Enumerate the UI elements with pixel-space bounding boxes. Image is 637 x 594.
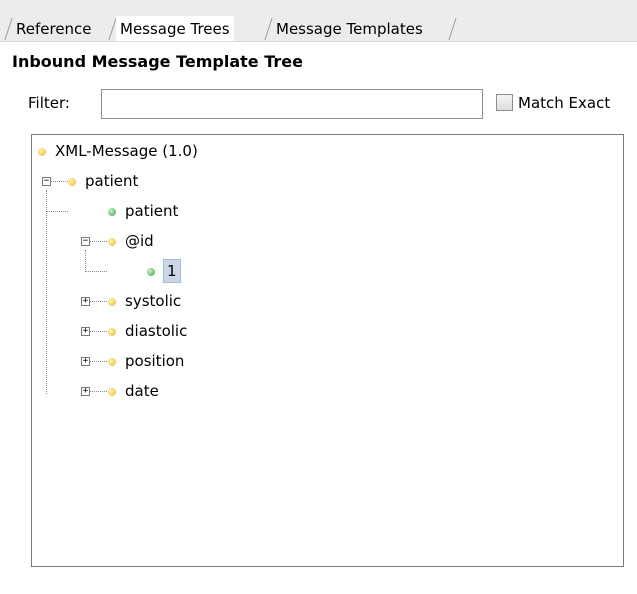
tree-node-label: systolic bbox=[125, 292, 182, 310]
message-tree[interactable]: XML-Message (1.0) − patient patient − @i… bbox=[31, 134, 624, 567]
tree-node-label: position bbox=[125, 352, 185, 370]
tab-message-templates[interactable]: Message Templates bbox=[276, 16, 423, 42]
tree-node-date[interactable]: + date bbox=[32, 380, 332, 402]
element-dot-icon bbox=[38, 148, 46, 156]
element-dot-icon bbox=[108, 388, 116, 396]
tree-node-label: 1 bbox=[163, 259, 181, 283]
tree-node-label: diastolic bbox=[125, 322, 188, 340]
tree-node-label: XML-Message (1.0) bbox=[55, 142, 198, 160]
tree-node-label: date bbox=[125, 382, 159, 400]
filter-input[interactable] bbox=[101, 89, 483, 119]
filter-label: Filter: bbox=[28, 94, 70, 112]
tree-node-root[interactable]: XML-Message (1.0) bbox=[32, 140, 332, 162]
tree-node-patient-value[interactable]: patient bbox=[32, 200, 332, 222]
tab-separator bbox=[4, 18, 13, 40]
value-dot-icon bbox=[108, 208, 116, 216]
element-dot-icon bbox=[68, 178, 76, 186]
tree-node-diastolic[interactable]: + diastolic bbox=[32, 320, 332, 342]
tree-node-id-value[interactable]: 1 bbox=[32, 259, 332, 283]
tab-strip-border bbox=[0, 41, 637, 42]
expand-icon[interactable]: + bbox=[81, 297, 90, 306]
collapse-icon[interactable]: − bbox=[42, 177, 51, 186]
element-dot-icon bbox=[108, 328, 116, 336]
match-exact-checkbox[interactable] bbox=[496, 94, 513, 111]
value-dot-icon bbox=[147, 268, 155, 276]
page-title: Inbound Message Template Tree bbox=[12, 52, 303, 71]
tab-reference[interactable]: Reference bbox=[16, 16, 92, 42]
expand-icon[interactable]: + bbox=[81, 327, 90, 336]
tab-strip: Reference Message Trees Message Template… bbox=[0, 0, 637, 42]
tree-node-label: patient bbox=[125, 202, 179, 220]
tab-separator bbox=[448, 18, 457, 40]
element-dot-icon bbox=[108, 298, 116, 306]
tree-node-patient[interactable]: − patient bbox=[32, 170, 332, 192]
element-dot-icon bbox=[108, 358, 116, 366]
match-exact-label: Match Exact bbox=[518, 94, 611, 112]
tab-message-trees[interactable]: Message Trees bbox=[116, 16, 234, 42]
tab-separator bbox=[264, 18, 273, 40]
expand-icon[interactable]: + bbox=[81, 357, 90, 366]
expand-icon[interactable]: + bbox=[81, 387, 90, 396]
collapse-icon[interactable]: − bbox=[81, 237, 90, 246]
element-dot-icon bbox=[108, 238, 116, 246]
tree-node-systolic[interactable]: + systolic bbox=[32, 290, 332, 312]
tree-node-id[interactable]: − @id bbox=[32, 230, 332, 252]
tree-node-label: @id bbox=[125, 232, 154, 250]
tree-node-position[interactable]: + position bbox=[32, 350, 332, 372]
tree-node-label: patient bbox=[85, 172, 139, 190]
